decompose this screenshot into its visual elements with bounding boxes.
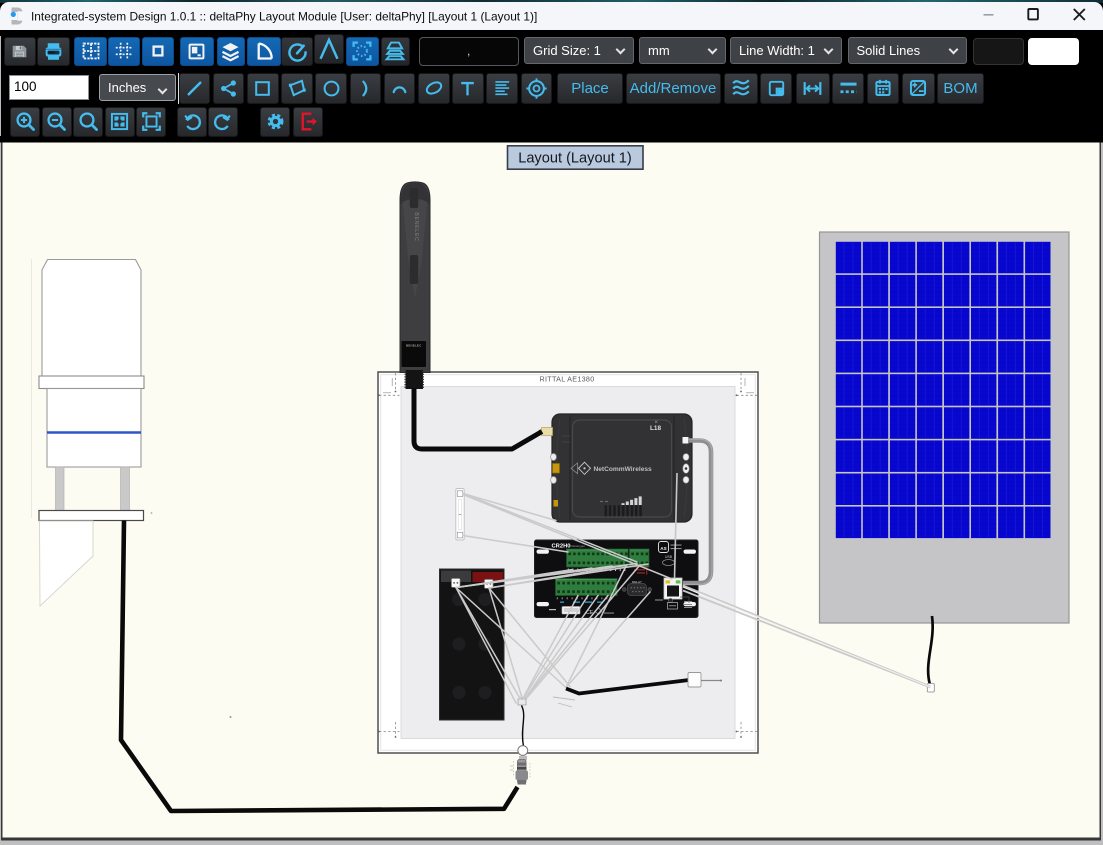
svg-text:Integrated-system Design 1.0.1: Integrated-system Design 1.0.1 :: deltaP… xyxy=(31,10,537,24)
svg-text:BENELEC: BENELEC xyxy=(406,343,422,347)
svg-text:AS: AS xyxy=(660,546,666,551)
svg-text:NetCommWireless: NetCommWireless xyxy=(594,466,653,473)
svg-text:Datalogger: Datalogger xyxy=(571,544,586,548)
svg-text:Layout (Layout 1): Layout (Layout 1) xyxy=(518,151,632,167)
svg-text:RITTAL AE1380: RITTAL AE1380 xyxy=(539,375,594,384)
svg-text:USB: USB xyxy=(665,555,673,559)
svg-text:BENELEC: BENELEC xyxy=(413,212,419,241)
svg-text:CR2H0: CR2H0 xyxy=(552,544,571,550)
svg-text:L18: L18 xyxy=(650,425,661,432)
